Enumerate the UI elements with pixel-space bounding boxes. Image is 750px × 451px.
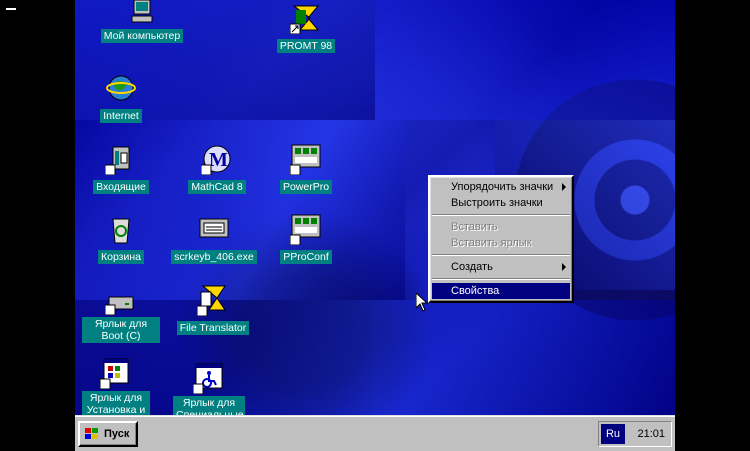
desktop-icon-file-translator[interactable]: File Translator bbox=[163, 284, 263, 336]
mouse-pointer-icon bbox=[415, 291, 429, 317]
submenu-arrow-icon bbox=[562, 183, 566, 191]
desktop-icon-label: Internet bbox=[100, 109, 142, 123]
inbox-icon bbox=[104, 143, 137, 176]
desktop-icon-label: Ярлык для Установка и bbox=[82, 391, 150, 417]
file-translator-icon bbox=[196, 284, 229, 317]
menu-item-label: Упорядочить значки bbox=[451, 181, 554, 193]
menu-item-label: Свойства bbox=[451, 285, 500, 297]
desktop-icon-label: File Translator bbox=[176, 321, 250, 335]
menu-item-label: Вставить bbox=[451, 221, 498, 233]
desktop-icon-label: scrkeyb_406.exe bbox=[171, 250, 257, 264]
desktop-icon-promt[interactable]: PROMT 98 bbox=[256, 2, 356, 54]
menu-item-properties[interactable]: Свойства bbox=[432, 283, 570, 299]
system-tray: Ru 21:01 bbox=[598, 421, 672, 447]
pproconf-icon bbox=[289, 213, 322, 246]
menu-item-paste-shortcut: Вставить ярлык bbox=[430, 235, 572, 251]
start-button[interactable]: Пуск bbox=[78, 421, 138, 447]
desktop-icon-label: MathCad 8 bbox=[188, 180, 246, 194]
menu-item-paste: Вставить bbox=[430, 219, 572, 235]
desktop-icon-internet[interactable]: Internet bbox=[75, 72, 171, 124]
installer-icon bbox=[99, 357, 132, 390]
desktop-icon-pproconf[interactable]: PProConf bbox=[256, 213, 356, 265]
submenu-arrow-icon bbox=[562, 263, 566, 271]
language-indicator[interactable]: Ru bbox=[601, 424, 625, 444]
menu-item-arrange-icons[interactable]: Упорядочить значки bbox=[430, 179, 572, 195]
promt-icon bbox=[289, 2, 322, 35]
desktop-icon-label: Мой компьютер bbox=[100, 29, 184, 43]
menu-item-label: Выстроить значки bbox=[451, 197, 543, 209]
start-label: Пуск bbox=[104, 428, 130, 440]
desktop-icon-boot-shortcut[interactable]: Ярлык для Boot (C) bbox=[75, 293, 171, 344]
drive-icon bbox=[104, 293, 137, 316]
menu-item-line-up-icons[interactable]: Выстроить значки bbox=[430, 195, 572, 211]
powerpro-icon bbox=[289, 143, 322, 176]
menu-separator bbox=[432, 214, 570, 216]
windows-logo-icon bbox=[84, 427, 100, 441]
taskbar: Пуск Ru 21:01 bbox=[75, 415, 675, 451]
accessibility-icon bbox=[192, 362, 225, 395]
desktop-icon-label: PProConf bbox=[280, 250, 332, 264]
desktop-icon-my-computer[interactable]: Мой компьютер bbox=[92, 0, 192, 44]
desktop-icon-recycle-bin[interactable]: Корзина bbox=[75, 213, 171, 265]
recycle-bin-icon bbox=[105, 213, 137, 245]
svg-text:M: M bbox=[209, 149, 228, 171]
clock[interactable]: 21:01 bbox=[637, 422, 665, 446]
desktop-icon-mathcad[interactable]: M MathCad 8 bbox=[167, 143, 267, 195]
window-control-glyph bbox=[6, 8, 16, 10]
desktop-icon-label: Корзина bbox=[98, 250, 144, 264]
menu-item-new[interactable]: Создать bbox=[430, 259, 572, 275]
desktop-icon-label: PowerPro bbox=[279, 180, 333, 194]
desktop-icon-label: PROMT 98 bbox=[276, 39, 336, 53]
desktop-icon-label: Ярлык для Boot (C) bbox=[82, 317, 160, 343]
keyboard-icon bbox=[198, 213, 230, 245]
desktop-icon-inbox[interactable]: Входящие bbox=[75, 143, 171, 195]
desktop-icon-powerpro[interactable]: PowerPro bbox=[256, 143, 356, 195]
menu-item-label: Создать bbox=[451, 261, 493, 273]
desktop[interactable]: Мой компьютер PROMT 98 Internet Входящие… bbox=[75, 0, 675, 450]
menu-separator bbox=[432, 278, 570, 280]
mathcad-icon: M bbox=[200, 143, 233, 176]
internet-icon bbox=[105, 72, 137, 104]
desktop-icon-scrkeyb[interactable]: scrkeyb_406.exe bbox=[164, 213, 264, 265]
menu-item-label: Вставить ярлык bbox=[451, 237, 532, 249]
menu-separator bbox=[432, 254, 570, 256]
wallpaper-tile bbox=[375, 0, 675, 120]
desktop-icon-label: Входящие bbox=[93, 180, 149, 194]
my-computer-icon bbox=[126, 0, 158, 24]
desktop-context-menu: Упорядочить значки Выстроить значки Вста… bbox=[428, 175, 574, 303]
desktop-icon-accessibility-shortcut[interactable]: Ярлык для Специальные bbox=[154, 362, 264, 423]
